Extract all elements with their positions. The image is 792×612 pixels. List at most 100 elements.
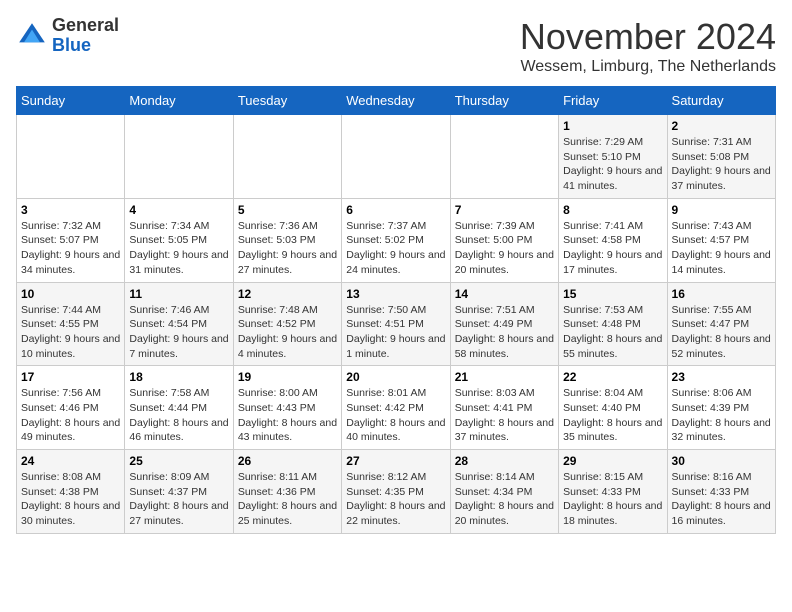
logo: General Blue: [16, 16, 119, 56]
calendar-cell: 19 Sunrise: 8:00 AM Sunset: 4:43 PM Dayli…: [233, 366, 341, 450]
day-info: Sunrise: 7:48 AM Sunset: 4:52 PM Dayligh…: [238, 303, 337, 362]
logo-text: General Blue: [52, 16, 119, 56]
day-info: Sunrise: 8:01 AM Sunset: 4:42 PM Dayligh…: [346, 386, 445, 445]
calendar-cell: 16 Sunrise: 7:55 AM Sunset: 4:47 PM Dayli…: [667, 282, 775, 366]
weekday-header-row: SundayMondayTuesdayWednesdayThursdayFrid…: [17, 87, 776, 115]
day-number: 22: [563, 370, 662, 384]
calendar-cell: 6Sunrise: 7:37 AM Sunset: 5:02 PM Daylig…: [342, 198, 450, 282]
day-info: Sunrise: 7:51 AM Sunset: 4:49 PM Dayligh…: [455, 303, 554, 362]
day-number: 15: [563, 287, 662, 301]
weekday-header-thursday: Thursday: [450, 87, 558, 115]
day-info: Sunrise: 8:16 AM Sunset: 4:33 PM Dayligh…: [672, 470, 771, 529]
day-info: Sunrise: 7:55 AM Sunset: 4:47 PM Dayligh…: [672, 303, 771, 362]
calendar-week-3: 17 Sunrise: 7:56 AM Sunset: 4:46 PM Dayli…: [17, 366, 776, 450]
day-number: 18: [129, 370, 228, 384]
logo-icon: [16, 20, 48, 52]
calendar-cell: 22 Sunrise: 8:04 AM Sunset: 4:40 PM Dayli…: [559, 366, 667, 450]
calendar-cell: 18 Sunrise: 7:58 AM Sunset: 4:44 PM Dayli…: [125, 366, 233, 450]
calendar-cell: 14 Sunrise: 7:51 AM Sunset: 4:49 PM Dayli…: [450, 282, 558, 366]
day-info: Sunrise: 8:00 AM Sunset: 4:43 PM Dayligh…: [238, 386, 337, 445]
day-number: 16: [672, 287, 771, 301]
weekday-header-sunday: Sunday: [17, 87, 125, 115]
day-info: Sunrise: 8:06 AM Sunset: 4:39 PM Dayligh…: [672, 386, 771, 445]
day-number: 30: [672, 454, 771, 468]
calendar-cell: 7Sunrise: 7:39 AM Sunset: 5:00 PM Daylig…: [450, 198, 558, 282]
day-number: 7: [455, 203, 554, 217]
calendar-cell: 29Sunrise: 8:15 AM Sunset: 4:33 PM Dayli…: [559, 450, 667, 534]
day-info: Sunrise: 7:36 AM Sunset: 5:03 PM Dayligh…: [238, 219, 337, 278]
day-number: 17: [21, 370, 120, 384]
day-number: 5: [238, 203, 337, 217]
day-number: 21: [455, 370, 554, 384]
calendar-cell: 10 Sunrise: 7:44 AM Sunset: 4:55 PM Dayli…: [17, 282, 125, 366]
calendar-cell: 1Sunrise: 7:29 AM Sunset: 5:10 PM Daylig…: [559, 115, 667, 199]
day-number: 13: [346, 287, 445, 301]
day-info: Sunrise: 8:12 AM Sunset: 4:35 PM Dayligh…: [346, 470, 445, 529]
calendar-cell: 25 Sunrise: 8:09 AM Sunset: 4:37 PM Dayli…: [125, 450, 233, 534]
day-number: 12: [238, 287, 337, 301]
calendar-cell: 20 Sunrise: 8:01 AM Sunset: 4:42 PM Dayli…: [342, 366, 450, 450]
calendar-cell: [17, 115, 125, 199]
calendar-cell: 17 Sunrise: 7:56 AM Sunset: 4:46 PM Dayli…: [17, 366, 125, 450]
calendar-cell: [233, 115, 341, 199]
weekday-header-wednesday: Wednesday: [342, 87, 450, 115]
calendar-week-0: 1Sunrise: 7:29 AM Sunset: 5:10 PM Daylig…: [17, 115, 776, 199]
day-info: Sunrise: 7:46 AM Sunset: 4:54 PM Dayligh…: [129, 303, 228, 362]
calendar-cell: 11 Sunrise: 7:46 AM Sunset: 4:54 PM Dayli…: [125, 282, 233, 366]
day-number: 10: [21, 287, 120, 301]
day-number: 8: [563, 203, 662, 217]
calendar-cell: 2Sunrise: 7:31 AM Sunset: 5:08 PM Daylig…: [667, 115, 775, 199]
calendar-cell: 27 Sunrise: 8:12 AM Sunset: 4:35 PM Dayli…: [342, 450, 450, 534]
day-number: 27: [346, 454, 445, 468]
calendar-body: 1Sunrise: 7:29 AM Sunset: 5:10 PM Daylig…: [17, 115, 776, 534]
day-info: Sunrise: 8:11 AM Sunset: 4:36 PM Dayligh…: [238, 470, 337, 529]
calendar-cell: 3 Sunrise: 7:32 AM Sunset: 5:07 PM Daylig…: [17, 198, 125, 282]
day-info: Sunrise: 8:14 AM Sunset: 4:34 PM Dayligh…: [455, 470, 554, 529]
calendar-week-4: 24Sunrise: 8:08 AM Sunset: 4:38 PM Dayli…: [17, 450, 776, 534]
calendar-cell: 23Sunrise: 8:06 AM Sunset: 4:39 PM Dayli…: [667, 366, 775, 450]
day-info: Sunrise: 8:15 AM Sunset: 4:33 PM Dayligh…: [563, 470, 662, 529]
calendar-cell: 26 Sunrise: 8:11 AM Sunset: 4:36 PM Dayli…: [233, 450, 341, 534]
day-number: 11: [129, 287, 228, 301]
calendar-cell: 30 Sunrise: 8:16 AM Sunset: 4:33 PM Dayli…: [667, 450, 775, 534]
day-number: 14: [455, 287, 554, 301]
day-number: 25: [129, 454, 228, 468]
subtitle: Wessem, Limburg, The Netherlands: [520, 58, 776, 76]
day-number: 4: [129, 203, 228, 217]
calendar-cell: 13 Sunrise: 7:50 AM Sunset: 4:51 PM Dayli…: [342, 282, 450, 366]
day-info: Sunrise: 7:56 AM Sunset: 4:46 PM Dayligh…: [21, 386, 120, 445]
day-info: Sunrise: 8:08 AM Sunset: 4:38 PM Dayligh…: [21, 470, 120, 529]
calendar: SundayMondayTuesdayWednesdayThursdayFrid…: [16, 86, 776, 534]
day-info: Sunrise: 8:09 AM Sunset: 4:37 PM Dayligh…: [129, 470, 228, 529]
day-info: Sunrise: 7:32 AM Sunset: 5:07 PM Dayligh…: [21, 219, 120, 278]
title-area: November 2024 Wessem, Limburg, The Nethe…: [520, 16, 776, 76]
calendar-week-2: 10 Sunrise: 7:44 AM Sunset: 4:55 PM Dayli…: [17, 282, 776, 366]
header: General Blue November 2024 Wessem, Limbu…: [16, 16, 776, 76]
day-info: Sunrise: 7:58 AM Sunset: 4:44 PM Dayligh…: [129, 386, 228, 445]
calendar-cell: 21 Sunrise: 8:03 AM Sunset: 4:41 PM Dayli…: [450, 366, 558, 450]
day-info: Sunrise: 8:04 AM Sunset: 4:40 PM Dayligh…: [563, 386, 662, 445]
calendar-header: SundayMondayTuesdayWednesdayThursdayFrid…: [17, 87, 776, 115]
weekday-header-tuesday: Tuesday: [233, 87, 341, 115]
day-info: Sunrise: 7:41 AM Sunset: 4:58 PM Dayligh…: [563, 219, 662, 278]
weekday-header-monday: Monday: [125, 87, 233, 115]
day-info: Sunrise: 7:44 AM Sunset: 4:55 PM Dayligh…: [21, 303, 120, 362]
weekday-header-friday: Friday: [559, 87, 667, 115]
day-number: 26: [238, 454, 337, 468]
day-info: Sunrise: 7:53 AM Sunset: 4:48 PM Dayligh…: [563, 303, 662, 362]
day-number: 2: [672, 119, 771, 133]
calendar-cell: [125, 115, 233, 199]
calendar-cell: [450, 115, 558, 199]
day-number: 3: [21, 203, 120, 217]
calendar-cell: [342, 115, 450, 199]
calendar-cell: 4Sunrise: 7:34 AM Sunset: 5:05 PM Daylig…: [125, 198, 233, 282]
day-number: 1: [563, 119, 662, 133]
calendar-cell: 5 Sunrise: 7:36 AM Sunset: 5:03 PM Daylig…: [233, 198, 341, 282]
calendar-cell: 24Sunrise: 8:08 AM Sunset: 4:38 PM Dayli…: [17, 450, 125, 534]
day-number: 28: [455, 454, 554, 468]
day-number: 19: [238, 370, 337, 384]
day-info: Sunrise: 8:03 AM Sunset: 4:41 PM Dayligh…: [455, 386, 554, 445]
day-info: Sunrise: 7:50 AM Sunset: 4:51 PM Dayligh…: [346, 303, 445, 362]
weekday-header-saturday: Saturday: [667, 87, 775, 115]
day-number: 20: [346, 370, 445, 384]
